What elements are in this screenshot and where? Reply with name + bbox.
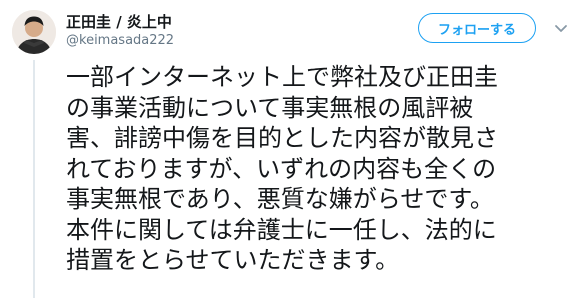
- tweet-text-line: 一部インターネット上で弊社及び正田圭: [66, 63, 498, 91]
- tweet-text-line: 害、誹謗中傷を目的とした内容が散見さ: [66, 124, 498, 152]
- avatar[interactable]: [12, 10, 56, 54]
- follow-button[interactable]: フォローする: [418, 13, 536, 43]
- tweet-text-line: の事業活動について事実無根の風評被: [66, 93, 474, 122]
- author-screen-name[interactable]: @keimasada222: [66, 33, 174, 48]
- tweet-text-line: 事実無根であり、悪質な嫌がらせです。: [66, 185, 494, 213]
- tweet-text: 一部インターネット上で弊社及び正田圭 の事業活動について事実無根の風評被 害、誹…: [66, 62, 582, 276]
- thread-line: [33, 60, 35, 298]
- author-display-name[interactable]: 正田圭 / 炎上中: [66, 11, 172, 32]
- person-photo-icon: [12, 10, 56, 54]
- follow-button-label: フォローする: [437, 22, 516, 38]
- tweet-text-line: 本件に関しては弁護士に一任し、法的に: [66, 215, 497, 244]
- tweet-text-line: 措置をとらせていただきます。: [66, 246, 400, 274]
- chevron-down-icon[interactable]: [553, 20, 569, 36]
- tweet-text-line: れておりますが、いずれの内容も全くの: [66, 154, 497, 183]
